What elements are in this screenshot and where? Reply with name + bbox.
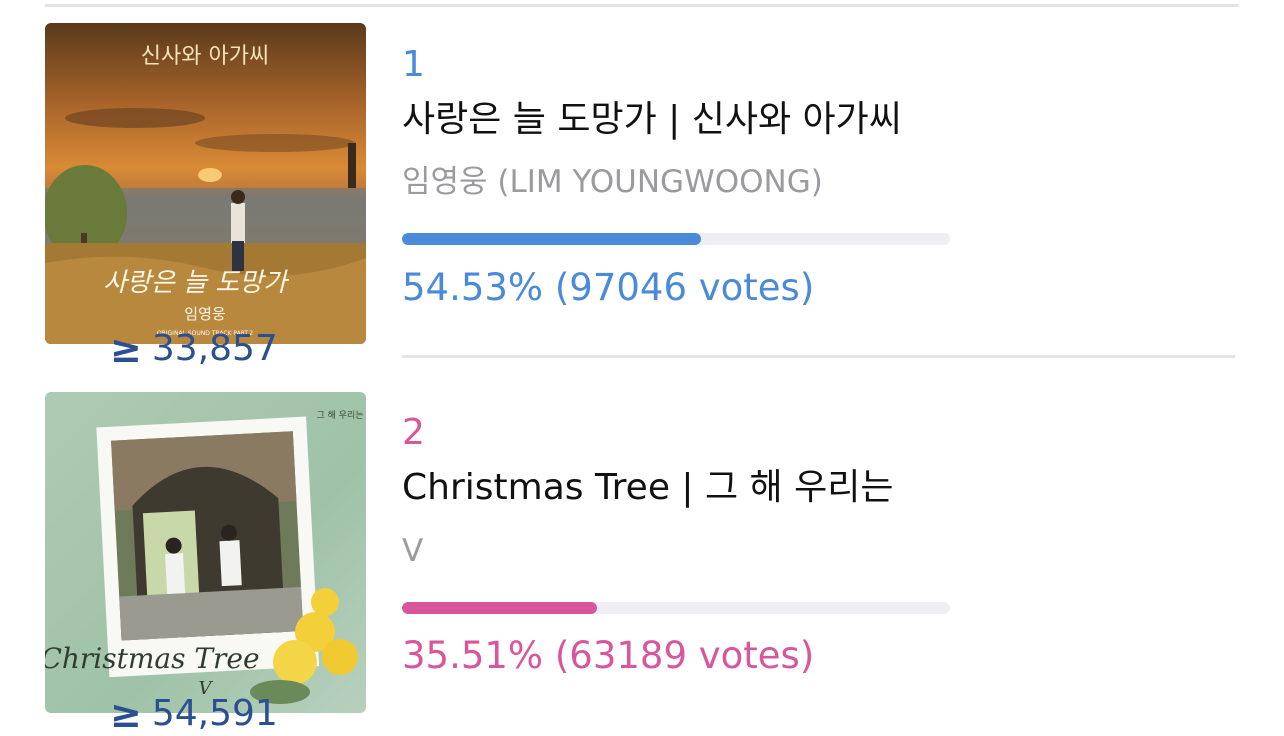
stream-count-value: 33,857 xyxy=(151,328,278,369)
album-script-text: 사랑은 늘 도망가 xyxy=(103,268,290,298)
album-art-2: 그 해 우리는 Christmas Tree V xyxy=(45,392,366,713)
album-script-text: Christmas Tree xyxy=(45,642,260,675)
song-title: 사랑은 늘 도망가 | 신사와 아가씨 xyxy=(402,99,902,140)
entry-divider xyxy=(402,355,1235,358)
artist-name: V xyxy=(402,533,424,569)
vote-bar-track xyxy=(402,233,950,245)
vote-bar-fill xyxy=(402,233,701,245)
vote-bar-fill xyxy=(402,602,597,614)
album-header-text: 신사와 아가씨 xyxy=(141,44,269,69)
vote-bar-track xyxy=(402,602,950,614)
artist-name: 임영웅 (LIM YOUNGWOONG) xyxy=(402,164,823,200)
album-header-text: 그 해 우리는 xyxy=(316,410,363,421)
greater-equal-icon: ≥ xyxy=(110,692,142,736)
album-art-1: 신사와 아가씨 사랑은 늘 도망가 임영웅 ORIGINAL SOUND TRA… xyxy=(45,23,366,344)
stream-count-value: 54,591 xyxy=(151,693,278,734)
vote-result: 54.53% (97046 votes) xyxy=(402,266,815,309)
greater-equal-icon: ≥ xyxy=(110,327,142,371)
stream-count-2: ≥ 54,591 xyxy=(110,692,278,736)
album-artist-text: 임영웅 xyxy=(184,305,225,323)
top-divider xyxy=(45,4,1239,7)
rank-number: 2 xyxy=(402,412,425,453)
rank-number: 1 xyxy=(402,44,425,85)
song-title: Christmas Tree | 그 해 우리는 xyxy=(402,467,894,508)
stream-count-1: ≥ 33,857 xyxy=(110,327,278,371)
vote-result: 35.51% (63189 votes) xyxy=(402,634,815,677)
